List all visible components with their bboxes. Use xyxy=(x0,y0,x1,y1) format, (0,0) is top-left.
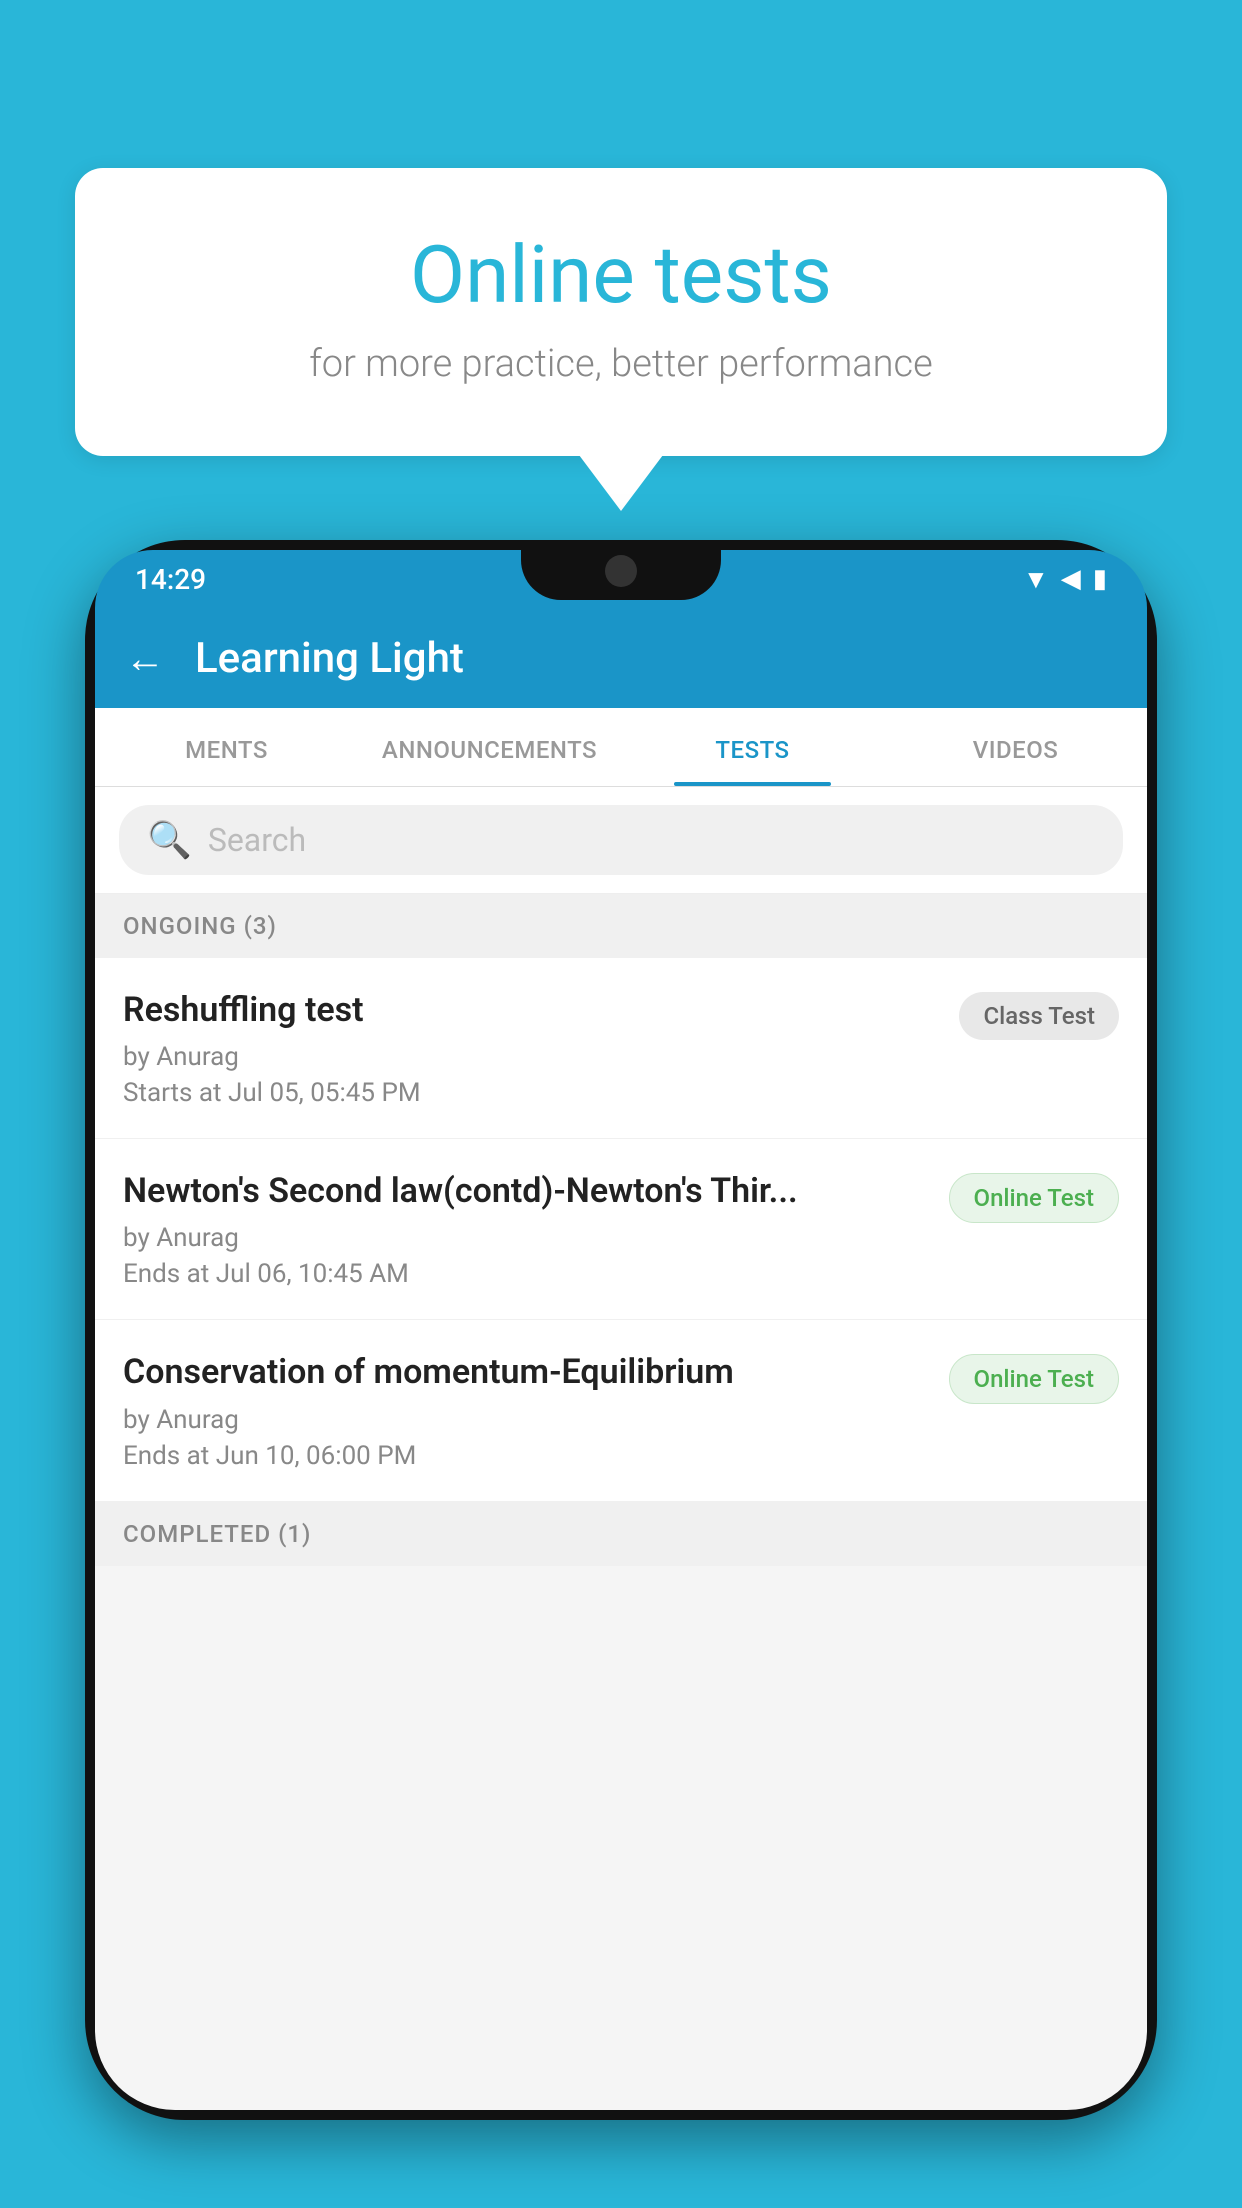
test-info: Conservation of momentum-Equilibrium by … xyxy=(123,1350,949,1470)
test-name: Newton's Second law(contd)-Newton's Thir… xyxy=(123,1169,929,1213)
test-badge-class: Class Test xyxy=(959,992,1119,1040)
back-button[interactable]: ← xyxy=(125,635,165,682)
search-placeholder: Search xyxy=(208,821,306,859)
test-author: by Anurag xyxy=(123,1223,929,1253)
ongoing-section-header: ONGOING (3) xyxy=(95,894,1147,958)
search-box[interactable]: 🔍 Search xyxy=(119,805,1123,875)
test-time: Starts at Jul 05, 05:45 PM xyxy=(123,1078,939,1108)
phone-outer: 14:29 ▼ ◀ ▮ ← Learning Light MENTS ANNOU… xyxy=(85,540,1157,2120)
test-time: Ends at Jul 06, 10:45 AM xyxy=(123,1259,929,1289)
test-list: Reshuffling test by Anurag Starts at Jul… xyxy=(95,958,1147,1502)
tab-ments[interactable]: MENTS xyxy=(95,708,358,786)
test-time: Ends at Jun 10, 06:00 PM xyxy=(123,1441,929,1471)
test-name: Reshuffling test xyxy=(123,988,939,1032)
test-item[interactable]: Reshuffling test by Anurag Starts at Jul… xyxy=(95,958,1147,1139)
phone-wrapper: 14:29 ▼ ◀ ▮ ← Learning Light MENTS ANNOU… xyxy=(85,540,1157,2208)
status-time: 14:29 xyxy=(135,563,206,596)
tab-announcements[interactable]: ANNOUNCEMENTS xyxy=(358,708,621,786)
tabs-bar: MENTS ANNOUNCEMENTS TESTS VIDEOS xyxy=(95,708,1147,787)
test-author: by Anurag xyxy=(123,1042,939,1072)
test-name: Conservation of momentum-Equilibrium xyxy=(123,1350,929,1394)
wifi-icon: ▼ xyxy=(1023,564,1049,595)
app-title: Learning Light xyxy=(195,634,464,683)
tab-videos[interactable]: VIDEOS xyxy=(884,708,1147,786)
tab-tests[interactable]: TESTS xyxy=(621,708,884,786)
completed-section-header: COMPLETED (1) xyxy=(95,1502,1147,1566)
phone-camera xyxy=(605,555,637,587)
test-info: Reshuffling test by Anurag Starts at Jul… xyxy=(123,988,959,1108)
test-badge-online: Online Test xyxy=(949,1354,1119,1404)
test-badge-online: Online Test xyxy=(949,1173,1119,1223)
battery-icon: ▮ xyxy=(1093,564,1107,594)
test-info: Newton's Second law(contd)-Newton's Thir… xyxy=(123,1169,949,1289)
status-icons: ▼ ◀ ▮ xyxy=(1023,564,1107,595)
phone-screen: ← Learning Light MENTS ANNOUNCEMENTS TES… xyxy=(95,608,1147,2110)
search-container: 🔍 Search xyxy=(95,787,1147,894)
app-header: ← Learning Light xyxy=(95,608,1147,708)
bubble-subtitle: for more practice, better performance xyxy=(155,342,1087,386)
test-author: by Anurag xyxy=(123,1405,929,1435)
search-icon: 🔍 xyxy=(147,819,192,861)
test-item[interactable]: Conservation of momentum-Equilibrium by … xyxy=(95,1320,1147,1501)
test-item[interactable]: Newton's Second law(contd)-Newton's Thir… xyxy=(95,1139,1147,1320)
bubble-title: Online tests xyxy=(155,228,1087,322)
signal-icon: ◀ xyxy=(1061,564,1081,594)
phone-notch xyxy=(521,540,721,600)
speech-bubble: Online tests for more practice, better p… xyxy=(75,168,1167,456)
